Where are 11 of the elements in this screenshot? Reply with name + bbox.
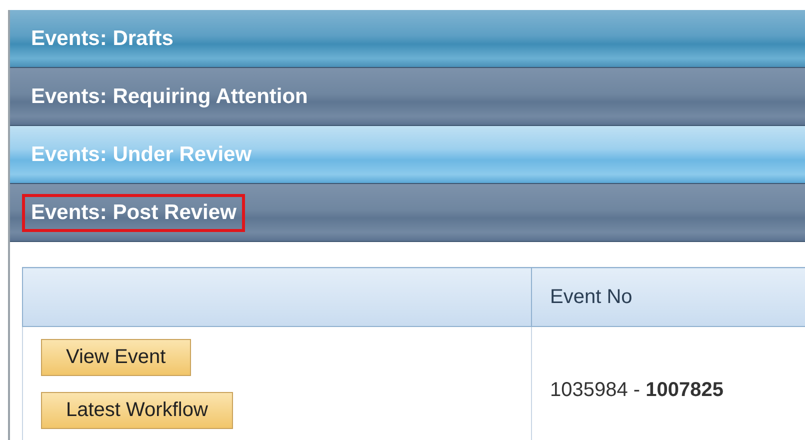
panel-header[interactable]: Events: Drafts (10, 10, 805, 68)
panel-title: Events: Under Review (30, 142, 253, 168)
column-header: Event No (532, 268, 805, 326)
panel-header[interactable]: Events: Post Review (10, 184, 805, 242)
event-number: 1035984 - 1007825 (550, 378, 724, 400)
panel-header[interactable]: Events: Requiring Attention (10, 68, 805, 126)
highlighted-panel-title: Events: Post Review (22, 194, 246, 232)
action-button[interactable]: View Event (41, 339, 191, 376)
panel-title: Events: Drafts (30, 26, 174, 52)
panel-title: Events: Requiring Attention (30, 84, 309, 110)
action-button[interactable]: Latest Workflow (41, 392, 233, 429)
